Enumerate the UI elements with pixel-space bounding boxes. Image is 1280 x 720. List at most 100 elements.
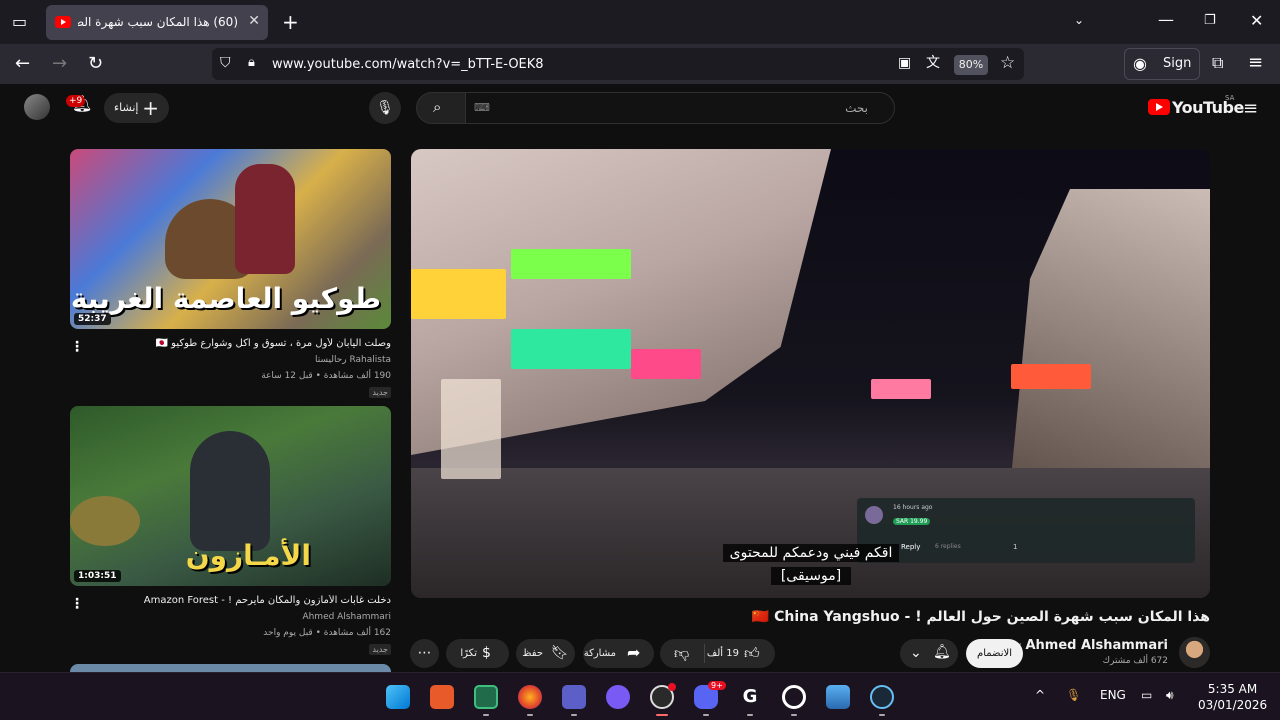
voice-search-button[interactable]: 🎙︎	[369, 92, 401, 124]
video-player[interactable]: 16 hours ago SAR 19.99 Reply 6 replies 1…	[411, 149, 1210, 598]
back-icon[interactable]: ←	[15, 55, 30, 73]
network-icon[interactable]: ▭	[1141, 688, 1152, 702]
system-clock[interactable]: 5:35 AM 03/01/2026	[1198, 681, 1267, 713]
rec-channel[interactable]: Rahalista رحاليستا	[315, 355, 391, 365]
recording-indicator	[668, 683, 676, 691]
rec-video-2[interactable]: الأمـازون 1:03:51 ⋮ دخلت غابات الأمازون …	[70, 406, 391, 660]
browser-tabbar: ▭ (60) هذا المكان سبب شهرة الصين ✕ + ⌄ —…	[0, 0, 1280, 44]
shield-icon[interactable]: ⛉	[220, 56, 231, 70]
like-count[interactable]: 19 ألف	[707, 639, 739, 668]
teams-icon[interactable]	[562, 685, 586, 709]
running-indicator	[527, 714, 533, 716]
tab-close-icon[interactable]: ✕	[248, 13, 260, 29]
rec-title[interactable]: وصلت اليابان لأول مرة ، تسوق و أكل وشوار…	[91, 338, 391, 349]
restore-icon[interactable]: ❐	[1204, 14, 1216, 27]
share-button[interactable]: ➦ مشاركة	[583, 639, 654, 668]
bookmark-star-icon[interactable]: ☆	[1000, 55, 1015, 72]
microphone-tray-icon[interactable]: 🎙︎	[1066, 688, 1081, 702]
keyboard-icon[interactable]: ⌨	[474, 102, 490, 113]
bookmark-icon: 🔖︎	[551, 645, 569, 661]
channel-name[interactable]: ✔ Ahmed Alshammari	[1015, 638, 1168, 653]
search-button[interactable]: ⌕	[416, 92, 466, 124]
create-label: إنشاء	[114, 101, 139, 114]
like-icon[interactable]: 👍︎	[744, 646, 760, 661]
overlay-time: 16 hours ago	[893, 504, 933, 511]
rec-video-1[interactable]: طوكيو العاصمة الغريبة 52:37 ⋮ وصلت الياب…	[70, 149, 391, 399]
running-indicator	[483, 714, 489, 716]
start-windows-icon[interactable]	[386, 685, 410, 709]
rec-thumbnail[interactable]: طوكيو العاصمة الغريبة 52:37	[70, 149, 391, 329]
browser-tab-active[interactable]: (60) هذا المكان سبب شهرة الصين ✕	[46, 5, 268, 40]
steam-icon[interactable]	[870, 685, 894, 709]
app-terminal-icon[interactable]	[474, 685, 498, 709]
user-avatar[interactable]	[24, 94, 50, 120]
rec-meta: 162 ألف مشاهدة • قبل يوم واحد	[263, 628, 391, 638]
rec-thumbnail[interactable]: الأمـازون 1:03:51	[70, 406, 391, 586]
guide-menu-icon[interactable]: ≡	[1243, 98, 1258, 119]
plus-icon: +	[142, 96, 159, 120]
thanks-icon: $	[482, 645, 491, 661]
address-bar[interactable]: ⛉ 🔒︎ www.youtube.com/watch?v=_bTT-E-OEK8…	[212, 48, 1024, 80]
clock-time: 5:35 AM	[1207, 682, 1258, 696]
volume-icon[interactable]: 🔊︎	[1166, 688, 1174, 703]
more-actions-button[interactable]: ⋯	[410, 639, 439, 668]
lock-icon[interactable]: 🔒︎	[248, 56, 255, 69]
app-circle-icon[interactable]	[782, 685, 806, 709]
zoom-level[interactable]: 80%	[954, 55, 988, 75]
search-icon: ⌕	[433, 98, 442, 116]
more-options-icon[interactable]: ⋮	[70, 339, 84, 355]
windows-taskbar: 9+ G ^ 🎙︎ ENG ▭ 🔊︎ 5:35 AM 03/01/2026	[0, 672, 1280, 720]
firefox-icon[interactable]	[518, 685, 542, 709]
reload-icon[interactable]: ↻	[88, 55, 103, 73]
overlay-price: SAR 19.99	[893, 518, 931, 525]
forward-icon[interactable]: →	[52, 55, 67, 73]
bell-icon: 🔔︎	[933, 644, 951, 660]
neon-sign	[871, 379, 931, 399]
video-title: هذا المكان سبب شهرة الصين حول العالم ! -…	[751, 609, 1210, 625]
like-dislike-group: 👍︎ 19 ألف 👎︎	[660, 639, 775, 668]
app-purple-icon[interactable]	[606, 685, 630, 709]
create-button[interactable]: إنشاء +	[104, 93, 169, 123]
tray-chevron-icon[interactable]: ^	[1035, 688, 1045, 702]
share-icon: ➦	[627, 643, 641, 662]
reader-icon[interactable]: ▣	[898, 56, 911, 70]
subscribed-bell-button[interactable]: ⌄ 🔔︎	[900, 639, 958, 668]
rec-video-3-thumbnail[interactable]	[70, 664, 391, 672]
neon-sign	[631, 349, 701, 379]
youtube-play-icon	[1148, 99, 1170, 115]
channel-avatar[interactable]	[1179, 637, 1210, 668]
search-input[interactable]: بحث ⌨	[465, 92, 895, 124]
tab-dropdown-icon[interactable]: ⌄	[1074, 14, 1084, 26]
channel-name-text: Ahmed Alshammari	[1025, 638, 1168, 653]
join-button[interactable]: الانضمام	[966, 639, 1023, 668]
youtube-header: 🔔︎ +9 إنشاء + 🎙︎ ⌕ بحث ⌨ YouTube SA ≡	[0, 84, 1280, 132]
dislike-icon[interactable]: 👎︎	[674, 646, 689, 661]
comment-overlay: 16 hours ago SAR 19.99 Reply 6 replies 1	[857, 498, 1195, 563]
rec-channel[interactable]: Ahmed Alshammari	[302, 612, 391, 622]
app-orange-icon[interactable]	[430, 685, 454, 709]
more-options-icon[interactable]: ⋮	[70, 596, 84, 612]
duration-badge: 52:37	[74, 313, 111, 325]
minimize-icon[interactable]: —	[1158, 12, 1174, 28]
photos-icon[interactable]	[826, 685, 850, 709]
url-text[interactable]: www.youtube.com/watch?v=_bTT-E-OEK8	[272, 57, 544, 72]
app-menu-icon[interactable]: ≡	[1248, 54, 1263, 72]
extensions-icon[interactable]: ⧉	[1212, 55, 1223, 71]
person-figure	[190, 431, 270, 551]
thumb-caption: الأمـازون	[185, 539, 311, 572]
youtube-favicon-icon	[55, 16, 71, 28]
window-close-icon[interactable]: ✕	[1250, 13, 1263, 29]
tab-list-icon[interactable]: ▭	[12, 14, 27, 30]
save-label: حفظ	[522, 648, 543, 659]
save-button[interactable]: 🔖︎ حفظ	[516, 639, 575, 668]
new-tab-icon[interactable]: +	[282, 12, 299, 32]
shop-window	[441, 379, 501, 479]
neon-sign	[511, 329, 631, 369]
thanks-button[interactable]: $ تكرًا	[446, 639, 509, 668]
translate-icon[interactable]: 文	[926, 56, 940, 70]
rec-title[interactable]: دخلت غابات الأمازون والمكان مايرحم ! - A…	[91, 595, 391, 606]
account-icon: ◉	[1133, 54, 1147, 73]
language-indicator[interactable]: ENG	[1100, 688, 1126, 702]
sign-in-button[interactable]: ◉ Sign in	[1124, 48, 1200, 101]
logitech-icon[interactable]: G	[738, 685, 762, 709]
